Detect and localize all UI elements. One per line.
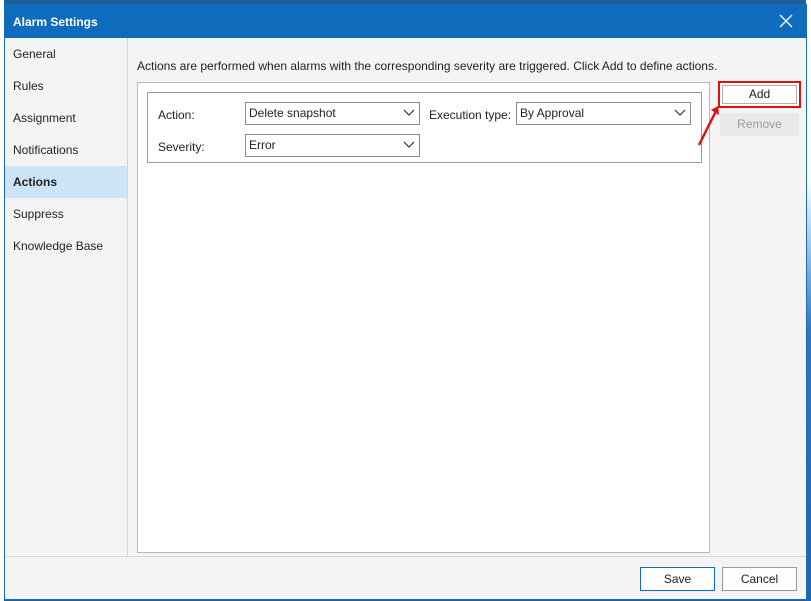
action-dropdown[interactable]: Delete snapshot [245, 102, 420, 125]
chevron-down-icon [674, 109, 686, 116]
actions-description: Actions are performed when alarms with t… [137, 59, 718, 73]
sidebar-item-label: Suppress [13, 207, 64, 221]
save-button[interactable]: Save [640, 567, 715, 591]
dialog-title: Alarm Settings [13, 15, 98, 29]
sidebar-item-knowledge-base[interactable]: Knowledge Base [5, 230, 127, 262]
sidebar-item-rules[interactable]: Rules [5, 70, 127, 102]
chevron-down-icon [403, 141, 415, 148]
sidebar-item-notifications[interactable]: Notifications [5, 134, 127, 166]
red-arrow-annotation-icon [697, 106, 719, 146]
sidebar-item-label: Assignment [13, 111, 76, 125]
sidebar-item-label: Knowledge Base [13, 239, 104, 253]
execution-type-label: Execution type: [429, 108, 512, 122]
chevron-down-icon [403, 109, 415, 116]
title-bar: Alarm Settings [5, 5, 806, 38]
execution-type-dropdown[interactable]: By Approval [516, 102, 691, 125]
action-entry[interactable]: Action: Delete snapshot Execution type: … [147, 92, 702, 163]
severity-dropdown-value: Error [249, 138, 276, 152]
execution-type-dropdown-value: By Approval [520, 106, 585, 120]
severity-dropdown[interactable]: Error [245, 134, 420, 157]
cancel-button[interactable]: Cancel [722, 567, 797, 591]
action-dropdown-value: Delete snapshot [249, 106, 336, 120]
sidebar-item-general[interactable]: General [5, 38, 127, 70]
sidebar-item-suppress[interactable]: Suppress [5, 198, 127, 230]
sidebar-item-label: General [13, 47, 56, 61]
sidebar-item-label: Notifications [13, 143, 79, 157]
severity-label: Severity: [158, 140, 205, 154]
action-label: Action: [158, 108, 195, 122]
alarm-settings-dialog: Alarm Settings General Rules Assignment … [4, 4, 807, 600]
add-button-label: Add [722, 85, 797, 104]
sidebar: General Rules Assignment Notifications A… [5, 38, 128, 556]
sidebar-item-actions[interactable]: Actions [5, 166, 127, 198]
close-icon[interactable] [776, 11, 796, 31]
remove-button[interactable]: Remove [720, 113, 799, 136]
add-button[interactable]: Add [718, 81, 801, 108]
actions-list[interactable]: Action: Delete snapshot Execution type: … [137, 82, 710, 553]
dialog-footer: Save Cancel [5, 556, 806, 599]
sidebar-item-assignment[interactable]: Assignment [5, 102, 127, 134]
sidebar-item-label: Actions [13, 175, 58, 189]
sidebar-item-label: Rules [13, 79, 44, 93]
